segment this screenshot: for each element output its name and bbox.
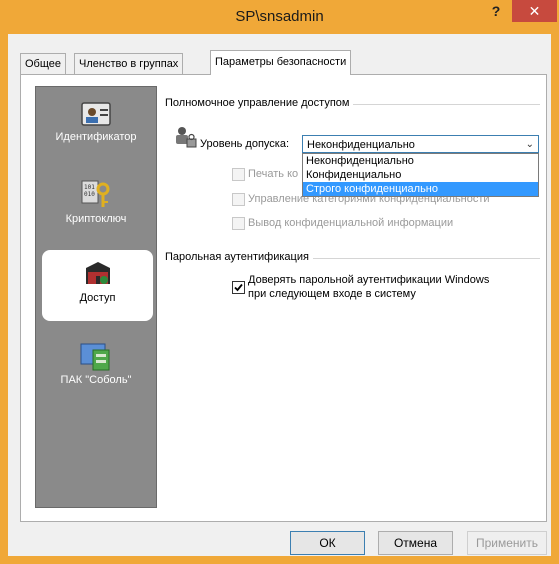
- access-section-title: Полномочное управление доступом: [165, 97, 354, 109]
- tab-security-settings[interactable]: Параметры безопасности: [210, 50, 352, 75]
- sidebar-item-label: Идентификатор: [55, 131, 137, 143]
- id-card-icon: [81, 102, 111, 126]
- apply-button[interactable]: Применить: [467, 531, 547, 555]
- user-level-icon: [176, 127, 197, 148]
- manage-categories-checkbox[interactable]: [232, 193, 245, 206]
- sidebar: Идентификатор 101 010 Криптоключ Доступ …: [35, 86, 157, 508]
- title-bar[interactable]: SP\snsadmin ? ✕: [0, 0, 559, 34]
- sobol-icon: [80, 343, 110, 371]
- trust-password-checkbox[interactable]: [232, 281, 245, 294]
- crypto-key-icon: 101 010: [81, 180, 110, 207]
- help-button[interactable]: ?: [481, 0, 511, 22]
- sidebar-item-label: Криптоключ: [65, 213, 127, 225]
- svg-text:101: 101: [84, 184, 95, 191]
- ok-button[interactable]: ОК: [290, 531, 365, 555]
- level-select-value: Неконфиденциально: [307, 139, 415, 151]
- sidebar-item-access[interactable]: Доступ: [42, 250, 153, 321]
- sidebar-item-identifier[interactable]: Идентификатор: [36, 101, 156, 143]
- level-label: Уровень допуска:: [200, 138, 290, 150]
- level-dropdown-list: Неконфиденциально Конфиденциально Строго…: [302, 153, 539, 197]
- output-confidential-checkbox[interactable]: [232, 217, 245, 230]
- print-checkbox-label: Печать ко: [248, 168, 299, 180]
- window-title: SP\snsadmin: [235, 8, 324, 25]
- sidebar-item-cryptokey[interactable]: 101 010 Криптоключ: [36, 177, 156, 225]
- svg-text:010: 010: [84, 191, 95, 198]
- tab-group-membership[interactable]: Членство в группах: [74, 53, 184, 74]
- print-checkbox[interactable]: [232, 168, 245, 181]
- cancel-button[interactable]: Отмена: [378, 531, 453, 555]
- sidebar-item-label: ПАК "Соболь": [60, 374, 132, 386]
- close-button[interactable]: ✕: [512, 0, 557, 22]
- level-select[interactable]: Неконфиденциально ⌄: [302, 135, 539, 153]
- level-option-strictly-confidential[interactable]: Строго конфиденциально: [303, 182, 538, 196]
- checkmark-icon: [234, 283, 243, 292]
- access-icon: [85, 262, 110, 284]
- sidebar-item-sobol[interactable]: ПАК "Соболь": [36, 340, 156, 386]
- password-section-title: Парольная аутентификация: [165, 251, 313, 263]
- output-confidential-label: Вывод конфиденциальной информации: [248, 217, 454, 229]
- sidebar-item-label: Доступ: [79, 292, 116, 304]
- level-option-confidential[interactable]: Конфиденциально: [303, 168, 538, 182]
- trust-password-label-line1: Доверять парольной аутентификации Window…: [248, 274, 490, 286]
- tab-general[interactable]: Общее: [20, 53, 67, 74]
- chevron-down-icon: ⌄: [525, 139, 534, 150]
- trust-password-label-line2: при следующем входе в систему: [248, 288, 416, 300]
- level-option-nonconfidential[interactable]: Неконфиденциально: [303, 154, 538, 168]
